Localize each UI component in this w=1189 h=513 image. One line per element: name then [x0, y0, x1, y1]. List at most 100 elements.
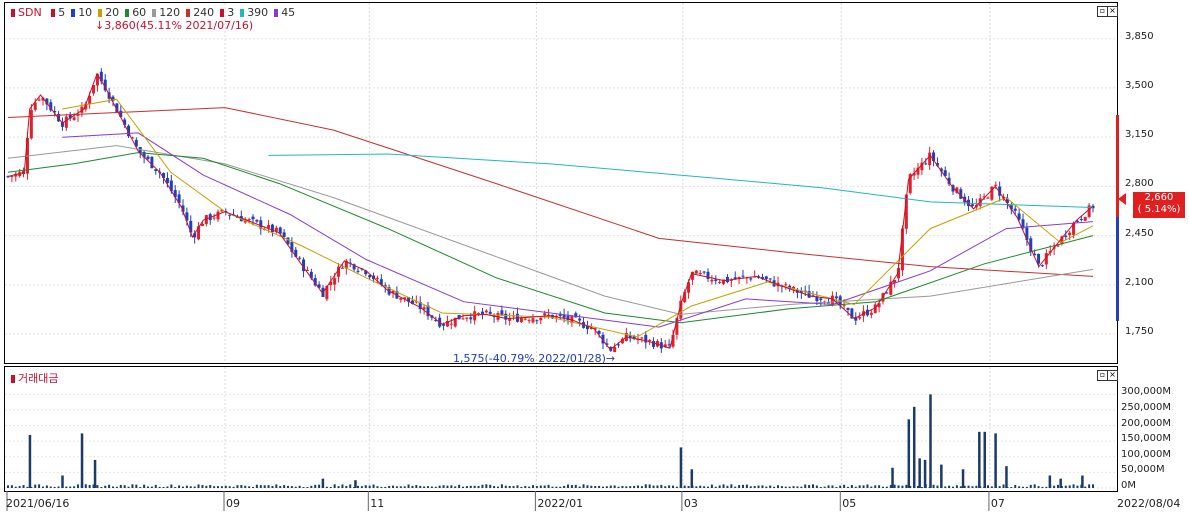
- volume-bar: [450, 485, 453, 488]
- volume-bar: [978, 431, 981, 488]
- volume-bar: [761, 485, 764, 488]
- x-tick-label: 2022/08/04: [1117, 497, 1181, 510]
- volume-tick-label: 300,000M: [1121, 386, 1171, 398]
- volume-bar: [971, 486, 974, 488]
- volume-bar: [878, 485, 881, 488]
- volume-bar: [345, 485, 348, 488]
- volume-bar: [38, 484, 41, 488]
- candle-body: [652, 340, 656, 347]
- price-pane[interactable]: SDN 5 10 20 60 120 240 3 390 45 ▫ × ↓3,860(45.11…: [4, 2, 1118, 365]
- candle-body: [1064, 235, 1068, 238]
- volume-bar: [497, 486, 499, 488]
- volume-bar: [753, 486, 756, 488]
- candle-body: [216, 211, 220, 220]
- volume-bar: [819, 486, 822, 488]
- volume-bar: [240, 485, 243, 488]
- volume-bar: [1072, 484, 1075, 488]
- volume-bar: [399, 486, 402, 488]
- candle-body: [1040, 265, 1044, 267]
- volume-bar: [166, 486, 169, 488]
- candle-body: [764, 276, 768, 279]
- volume-bar: [18, 486, 21, 488]
- volume-bar: [695, 486, 698, 488]
- volume-bar: [621, 486, 624, 488]
- volume-bar: [337, 486, 340, 488]
- volume-bar: [586, 485, 589, 488]
- volume-pane[interactable]: 거래대금 ▫ ×: [4, 366, 1118, 492]
- low-annotation: 1,575(-40.79% 2022/01/28)→: [453, 352, 615, 365]
- price-tick-label: 3,150: [1125, 129, 1154, 141]
- volume-bar: [302, 487, 305, 488]
- volume-bar: [613, 485, 616, 488]
- volume-bar: [998, 486, 1001, 488]
- volume-bar: [1084, 486, 1087, 488]
- volume-bar: [617, 486, 620, 488]
- x-tick-label: 11: [370, 497, 385, 510]
- candle-body: [819, 298, 823, 301]
- volume-bar: [1010, 486, 1013, 488]
- volume-tick-label: 250,000M: [1121, 401, 1171, 413]
- volume-bar: [465, 486, 468, 488]
- ma-line-240: [7, 107, 1094, 277]
- candle-body: [970, 204, 974, 206]
- candle-body: [247, 219, 251, 221]
- volume-bar: [664, 486, 667, 488]
- volume-bar: [567, 484, 569, 488]
- volume-bar: [862, 485, 865, 488]
- volume-bar: [131, 484, 134, 488]
- volume-bar: [994, 433, 997, 488]
- volume-bar: [815, 485, 818, 488]
- volume-bar: [555, 486, 558, 488]
- volume-bar: [745, 484, 748, 488]
- price-plot[interactable]: [5, 3, 1117, 363]
- down-arrow-icon: ↓: [95, 19, 105, 32]
- volume-bar: [139, 487, 142, 488]
- candle-body: [543, 313, 547, 316]
- candle-body: [858, 317, 862, 319]
- volume-bar: [823, 486, 826, 488]
- volume-bar: [788, 486, 791, 488]
- volume-bar: [354, 480, 357, 488]
- volume-bar: [570, 485, 573, 488]
- volume-bar: [178, 485, 181, 488]
- volume-bar: [1088, 484, 1091, 488]
- volume-bar: [959, 486, 962, 488]
- volume-bar: [710, 484, 713, 488]
- volume-bar: [955, 485, 958, 488]
- volume-bar: [929, 394, 932, 488]
- volume-bar: [633, 485, 636, 488]
- volume-bar: [318, 484, 321, 488]
- volume-bar: [559, 486, 562, 488]
- candle-body: [484, 310, 488, 313]
- volume-bar: [1076, 485, 1079, 488]
- volume-bar: [983, 431, 986, 488]
- candle-body: [527, 320, 531, 322]
- volume-bar: [683, 485, 686, 488]
- volume-bar: [839, 485, 842, 488]
- volume-bar: [893, 484, 896, 488]
- candle-body: [519, 317, 523, 323]
- candle-body: [449, 323, 453, 325]
- volume-plot[interactable]: [5, 367, 1117, 491]
- volume-bar: [287, 485, 289, 488]
- volume-bar: [765, 486, 768, 488]
- volume-bar: [224, 485, 227, 488]
- x-tick-label: 07: [990, 497, 1005, 510]
- volume-bar: [543, 485, 546, 488]
- candle-body: [255, 219, 259, 222]
- volume-bar: [84, 484, 87, 488]
- volume-bar: [679, 447, 683, 488]
- volume-bar: [1064, 485, 1067, 488]
- volume-bar: [189, 486, 192, 488]
- volume-bar: [948, 485, 951, 488]
- volume-bar: [143, 484, 146, 488]
- volume-bar: [77, 484, 79, 488]
- volume-bar: [69, 486, 72, 488]
- volume-tick-label: 100,000M: [1121, 448, 1171, 460]
- candle-body: [37, 99, 41, 101]
- candle-body: [690, 271, 694, 280]
- volume-bar: [147, 486, 149, 488]
- volume-bar: [201, 485, 204, 488]
- volume-bar: [481, 484, 484, 488]
- volume-bar: [310, 485, 313, 488]
